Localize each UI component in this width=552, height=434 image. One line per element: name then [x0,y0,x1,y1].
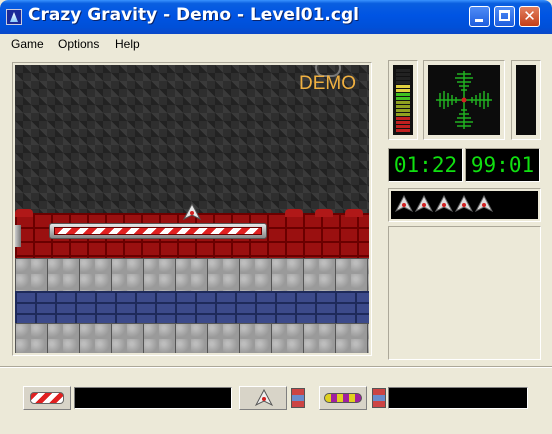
menu-options[interactable]: Options [58,37,99,51]
minimize-button[interactable] [469,6,490,27]
info-panel [388,226,541,360]
fuel-gauge-bar [396,105,410,108]
fuel-gauge-bar [396,125,410,128]
fuel-gauge-bar [396,113,410,116]
fuel-gauge-bar [396,81,410,84]
minimize-icon [475,19,483,22]
landing-pad-tool-button[interactable] [23,386,71,410]
wall-edge [15,225,21,247]
fuel-gauge-bar [396,93,410,96]
stone-row [15,323,369,353]
life-ship-icon [475,195,493,213]
fuel-gauge-bar [396,101,410,104]
capsule-icon [324,393,362,403]
timer-value: 01:22 [393,153,458,177]
app-window: Crazy Gravity - Demo - Level01.cgl ✕ Gam… [0,0,552,434]
close-icon: ✕ [523,7,536,25]
timer-display: 01:22 [388,148,463,182]
maximize-button[interactable] [494,6,515,27]
fuel-readout-display: 99:01 [465,148,540,182]
demo-label: DEMO [299,73,356,94]
fuel-gauge-bar [396,129,410,132]
indicator-icon [372,388,386,408]
fuel-gauge-bar [396,109,410,112]
menu-bar: Game Options Help [0,34,552,54]
ship-tool-button[interactable] [239,386,287,410]
blue-brick-row [15,291,369,323]
tool-field-2 [388,387,528,409]
life-ship-icon [455,195,473,213]
close-button[interactable]: ✕ [519,6,540,27]
maximize-icon [499,10,510,21]
fuel-gauge-bar [396,77,410,80]
fuel-gauge-bar [396,117,410,120]
fuel-gauge-bar [396,89,410,92]
title-bar[interactable]: Crazy Gravity - Demo - Level01.cgl ✕ [0,0,552,34]
radar-icon [428,65,500,135]
fuel-readout-value: 99:01 [470,153,535,177]
fuel-gauge-bar [396,121,410,124]
landing-pad-icon [30,392,64,404]
window-title: Crazy Gravity - Demo - Level01.cgl [28,5,359,25]
fuel-gauge-bar [396,73,410,76]
life-ship-icon [395,195,413,213]
life-ship-icon [435,195,453,213]
indicator-icon [291,388,305,408]
fuel-gauge-bar [396,97,410,100]
fuel-gauge [393,65,413,135]
capsule-tool-button[interactable] [319,386,367,410]
landing-pad [49,223,267,239]
aux-indicator [516,65,536,135]
fuel-gauge-bar [396,69,410,72]
game-viewport[interactable]: DEMO [15,65,369,353]
lives-display [391,191,538,219]
rocket-icon[interactable] [6,9,22,25]
ship-icon [255,389,273,407]
menu-help[interactable]: Help [115,37,140,51]
player-ship-icon [183,204,201,220]
menu-game[interactable]: Game [11,37,44,51]
fuel-gauge-bar [396,85,410,88]
divider [0,366,552,368]
tool-field-1 [74,387,232,409]
stone-row [15,258,369,291]
life-ship-icon [415,195,433,213]
